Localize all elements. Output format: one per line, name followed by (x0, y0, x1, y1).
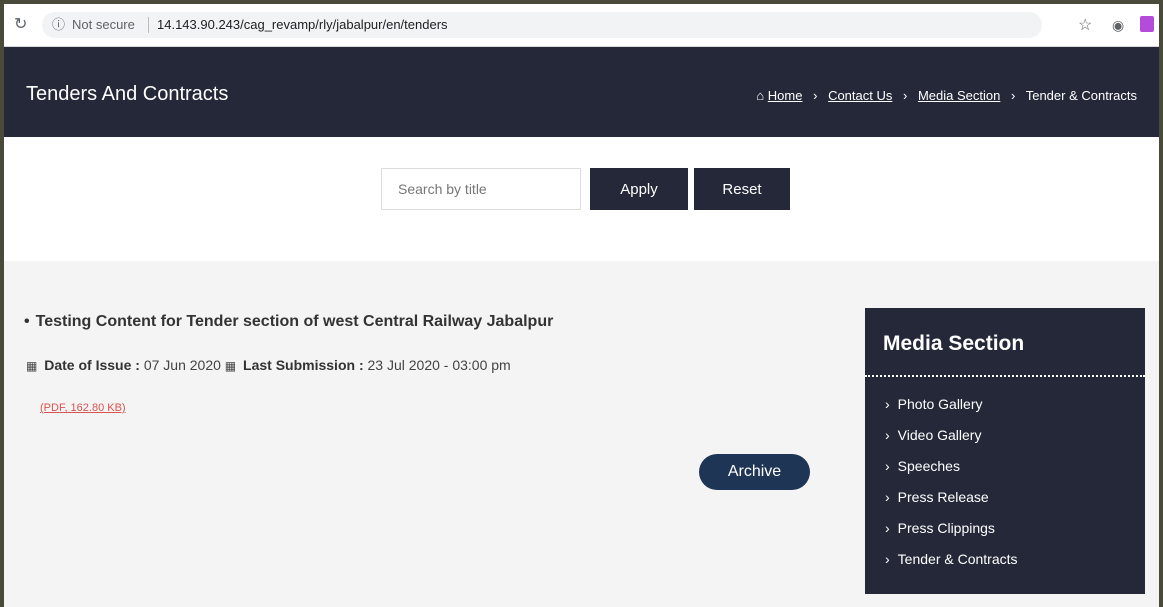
reload-icon[interactable]: ↻ (14, 14, 27, 34)
submission-date: 23 Jul 2020 - 03:00 pm (367, 357, 511, 373)
chevron-right-icon: › (885, 489, 890, 505)
sidebar-item-tender-contracts[interactable]: › Tender & Contracts (885, 551, 1018, 582)
sidebar-title: Media Section (883, 332, 1025, 355)
issue-date: 07 Jun 2020 (143, 357, 221, 373)
sidebar-item-speeches[interactable]: › Speeches (885, 458, 1018, 489)
pdf-download-link[interactable]: (PDF, 162.80 KB) (40, 402, 126, 414)
chevron-right-icon: › (903, 88, 908, 103)
security-label[interactable]: Not secure (72, 12, 135, 38)
breadcrumb: ⌂ Home › Contact Us › Media Section › Te… (756, 88, 1137, 103)
browser-toolbar: ↻ ⓘ Not secure 14.143.90.243/cag_revamp/… (4, 4, 1159, 47)
breadcrumb-contact-us[interactable]: Contact Us (828, 88, 892, 103)
home-icon[interactable]: ⌂ (756, 88, 764, 103)
chevron-right-icon: › (813, 88, 818, 103)
sidebar-item-label: Press Clippings (897, 520, 995, 536)
chevron-right-icon: › (885, 427, 890, 443)
sidebar-item-press-clippings[interactable]: › Press Clippings (885, 520, 1018, 551)
apply-button[interactable]: Apply (590, 168, 688, 210)
calendar-icon: ▦ (224, 359, 237, 373)
window-frame-right (1159, 0, 1163, 607)
address-bar[interactable]: ⓘ Not secure 14.143.90.243/cag_revamp/rl… (42, 12, 1042, 38)
url-text[interactable]: 14.143.90.243/cag_revamp/rly/jabalpur/en… (157, 12, 448, 38)
reset-button[interactable]: Reset (694, 168, 790, 210)
chevron-right-icon: › (885, 458, 890, 474)
calendar-icon: ▦ (26, 359, 38, 373)
tender-item: • Testing Content for Tender section of w… (24, 313, 553, 331)
submission-label: Last Submission : (243, 357, 364, 373)
search-input[interactable] (381, 168, 581, 210)
sidebar-item-press-release[interactable]: › Press Release (885, 489, 1018, 520)
chevron-right-icon: › (885, 396, 890, 412)
search-section: Apply Reset (4, 137, 1159, 261)
chevron-right-icon: › (1010, 88, 1016, 103)
archive-button[interactable]: Archive (699, 454, 810, 490)
page-header: Tenders And Contracts ⌂ Home › Contact U… (4, 47, 1159, 137)
sidebar-item-label: Photo Gallery (897, 396, 983, 412)
sidebar-item-label: Tender & Contracts (897, 551, 1018, 567)
chevron-right-icon: › (885, 551, 890, 567)
media-section-sidebar: Media Section › Photo Gallery › Video Gall… (865, 308, 1145, 594)
breadcrumb-current: Tender & Contracts (1025, 88, 1137, 103)
sidebar-item-label: Video Gallery (897, 427, 982, 443)
page-title: Tenders And Contracts (26, 83, 229, 105)
issue-date-label: Date of Issue : (44, 357, 140, 373)
extension-icon[interactable] (1140, 16, 1154, 32)
bullet-icon: • (24, 313, 30, 330)
sidebar-item-photo-gallery[interactable]: › Photo Gallery (885, 396, 1018, 427)
sidebar-divider (865, 375, 1145, 377)
content-area: • Testing Content for Tender section of w… (4, 261, 1159, 607)
camera-icon[interactable]: ◉ (1112, 17, 1124, 34)
tender-title[interactable]: Testing Content for Tender section of we… (36, 313, 554, 330)
breadcrumb-media-section[interactable]: Media Section (918, 88, 1000, 103)
info-icon[interactable]: ⓘ (52, 12, 65, 38)
sidebar-item-label: Press Release (897, 489, 989, 505)
sidebar-item-label: Speeches (897, 458, 960, 474)
chevron-right-icon: › (885, 520, 890, 536)
sidebar-menu: › Photo Gallery › Video Gallery › Speeches … (885, 396, 1018, 582)
address-separator (148, 17, 149, 33)
star-icon[interactable]: ☆ (1078, 15, 1092, 35)
tender-meta: ▦ Date of Issue : 07 Jun 2020 ▦ Last Sub… (26, 357, 511, 373)
sidebar-item-video-gallery[interactable]: › Video Gallery (885, 427, 1018, 458)
breadcrumb-home[interactable]: Home (768, 88, 803, 103)
